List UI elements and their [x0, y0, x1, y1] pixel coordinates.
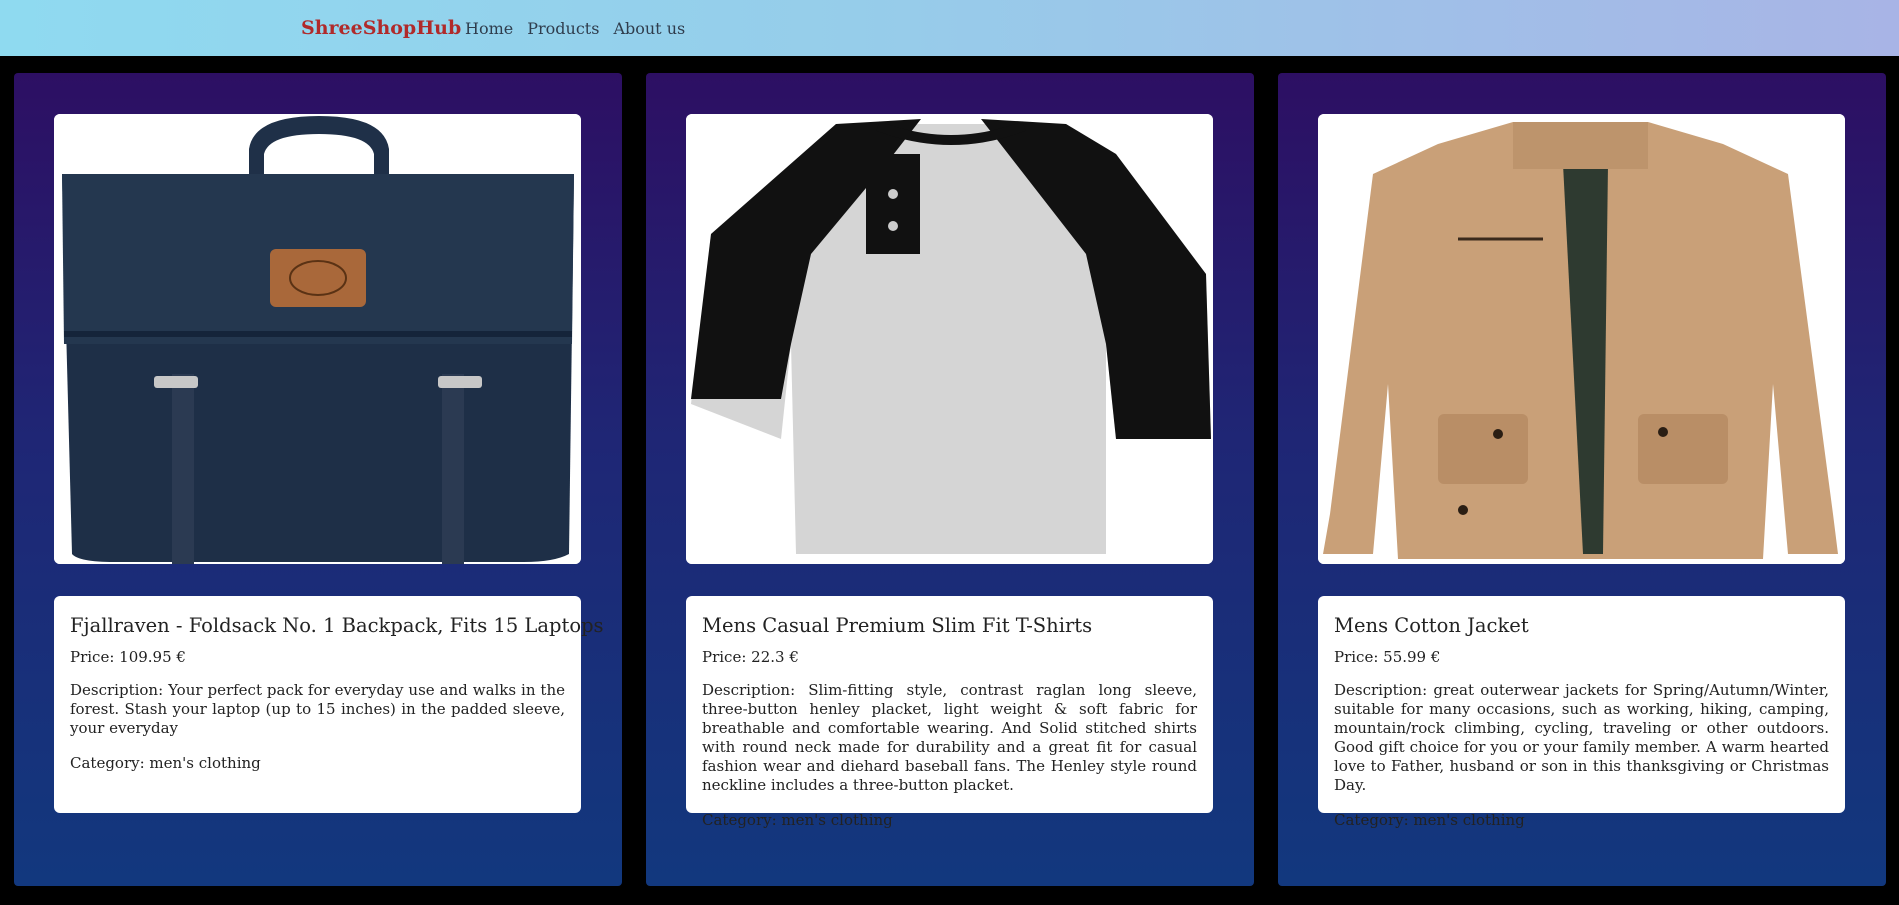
product-description: Description: Slim-fitting style, contras… [702, 681, 1197, 794]
product-info: Mens Casual Premium Slim Fit T-Shirts Pr… [686, 596, 1213, 829]
product-title: Mens Casual Premium Slim Fit T-Shirts [702, 614, 1093, 637]
nav-link-home[interactable]: Home [465, 19, 513, 38]
product-price: Price: 109.95 € [70, 648, 186, 666]
product-category: Category: men's clothing [70, 754, 261, 772]
nav-link-products[interactable]: Products [527, 19, 599, 38]
product-card: Fjallraven - Foldsack No. 1 Backpack, Fi… [14, 73, 622, 886]
product-card: Mens Cotton Jacket Price: 55.99 € Descri… [1278, 73, 1886, 886]
product-info: Mens Cotton Jacket Price: 55.99 € Descri… [1318, 596, 1845, 829]
product-price: Price: 55.99 € [1334, 648, 1441, 666]
product-card: Mens Casual Premium Slim Fit T-Shirts Pr… [646, 73, 1254, 886]
nav-links: Home Products About us [465, 19, 685, 38]
product-image-backpack [54, 114, 581, 564]
product-title: Mens Cotton Jacket [1334, 614, 1529, 637]
product-description: Description: Your perfect pack for every… [70, 681, 565, 737]
product-description: Description: great outerwear jackets for… [1334, 681, 1829, 794]
product-category: Category: men's clothing [702, 811, 893, 829]
product-price: Price: 22.3 € [702, 648, 799, 666]
product-image-jacket [1318, 114, 1845, 564]
brand-logo-link[interactable]: ShreeShopHub [301, 17, 461, 39]
product-info: Fjallraven - Foldsack No. 1 Backpack, Fi… [54, 596, 604, 813]
product-title: Fjallraven - Foldsack No. 1 Backpack, Fi… [70, 614, 604, 637]
nav-link-about-us[interactable]: About us [613, 19, 685, 38]
product-image-t-shirt [686, 114, 1213, 564]
product-category: Category: men's clothing [1334, 811, 1525, 829]
navbar: ShreeShopHub Home Products About us [0, 0, 1899, 56]
